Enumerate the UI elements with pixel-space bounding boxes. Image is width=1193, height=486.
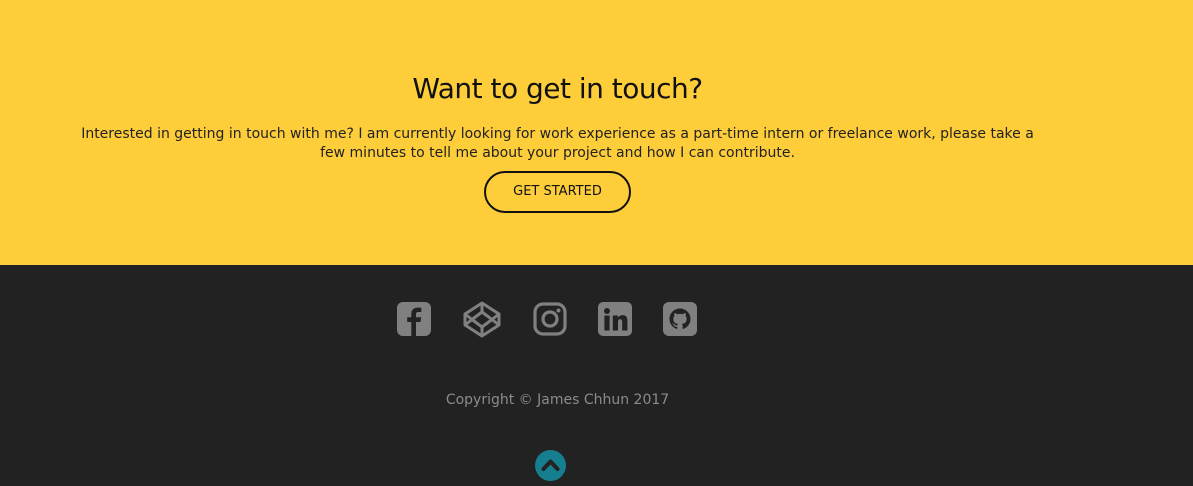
contact-description: Interested in getting in touch with me? … [81, 126, 1034, 161]
codepen-icon[interactable] [462, 300, 502, 338]
get-started-button[interactable]: GET STARTED [484, 171, 631, 213]
contact-section: Want to get in touch? Interested in gett… [0, 0, 1193, 265]
linkedin-icon[interactable] [598, 302, 632, 336]
back-to-top-button[interactable] [535, 450, 566, 481]
facebook-icon[interactable] [397, 302, 431, 336]
contact-title: Want to get in touch? [412, 72, 703, 105]
copyright-text: Copyright © James Chhun 2017 [445, 392, 670, 408]
instagram-icon[interactable] [533, 302, 567, 336]
github-icon[interactable] [663, 302, 697, 336]
footer [0, 265, 1193, 486]
chevron-up-icon [541, 459, 560, 471]
